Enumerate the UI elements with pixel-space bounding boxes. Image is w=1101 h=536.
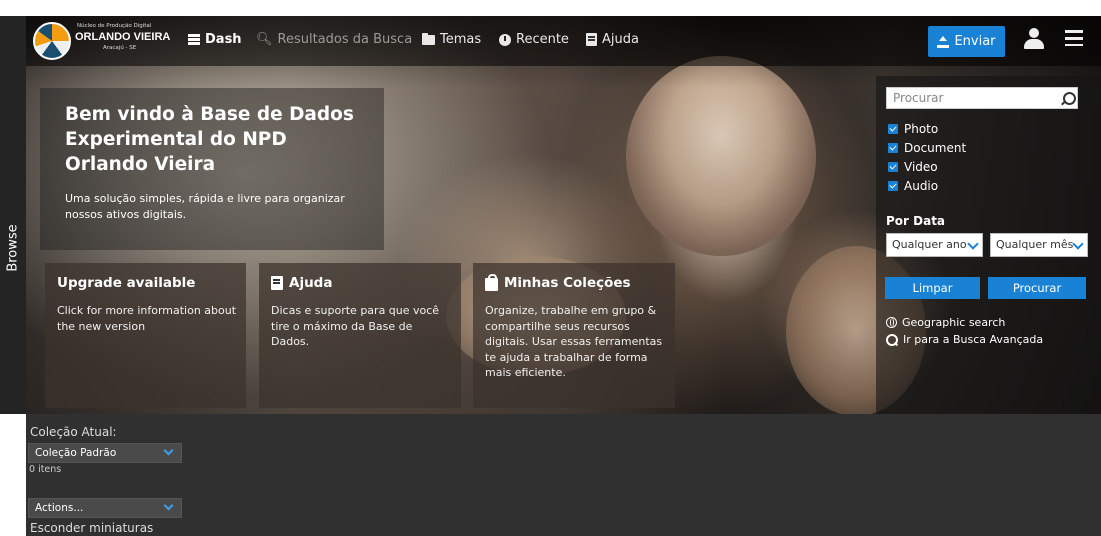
hide-thumbnails-link[interactable]: Esconder miniaturas bbox=[30, 521, 153, 535]
date-filter-heading: Por Data bbox=[886, 214, 946, 228]
checkbox-checked-icon bbox=[888, 162, 898, 172]
grid-icon bbox=[188, 34, 200, 45]
help-box[interactable]: Ajuda Dicas e suporte para que você tire… bbox=[259, 263, 461, 408]
logo-city: Aracajú - SE bbox=[103, 45, 137, 51]
collection-bar: Coleção Atual: Coleção Padrão 0 itens Ac… bbox=[26, 414, 1101, 536]
nav-dash[interactable]: Dash bbox=[188, 32, 242, 47]
filter-audio-label: Audio bbox=[904, 179, 939, 193]
hamburger-menu-icon[interactable] bbox=[1065, 30, 1083, 46]
search-icon: 🔍︎ bbox=[256, 32, 273, 47]
collection-item-count: 0 itens bbox=[29, 464, 62, 475]
collections-box-body: Organize, trabalhe em grupo & compartilh… bbox=[485, 304, 663, 379]
search-panel: Photo Document Video Audio Por Data Qual… bbox=[876, 76, 1101, 414]
shopping-bag-icon bbox=[485, 273, 498, 291]
upload-button[interactable]: Enviar bbox=[928, 26, 1005, 57]
welcome-panel: Bem vindo à Base de Dados Experimental d… bbox=[40, 88, 384, 250]
collection-select[interactable]: Coleção Padrão bbox=[28, 443, 182, 463]
nav-recente-label: Recente bbox=[516, 32, 569, 47]
user-icon-body bbox=[1024, 39, 1044, 49]
welcome-title: Bem vindo à Base de Dados Experimental d… bbox=[65, 104, 354, 175]
search-button[interactable]: Procurar bbox=[988, 277, 1086, 299]
filter-video-label: Video bbox=[904, 160, 938, 174]
nav-temas[interactable]: Temas bbox=[422, 32, 481, 47]
site-logo[interactable]: Núcleo de Produção Digital ORLANDO VIEIR… bbox=[33, 20, 173, 62]
nav-ajuda-label: Ajuda bbox=[602, 32, 639, 47]
logo-small-text: Núcleo de Produção Digital bbox=[77, 23, 152, 29]
year-select-value: Qualquer ano bbox=[892, 238, 967, 251]
checkbox-checked-icon bbox=[888, 124, 898, 134]
filter-photo[interactable]: Photo bbox=[888, 122, 938, 136]
help-box-title: Ajuda bbox=[289, 275, 333, 291]
clear-button[interactable]: Limpar bbox=[885, 277, 980, 299]
month-select[interactable]: Qualquer mês bbox=[990, 233, 1088, 257]
filter-document-label: Document bbox=[904, 141, 967, 155]
logo-name: ORLANDO VIEIRA bbox=[75, 31, 171, 43]
nav-search-results[interactable]: 🔍︎ Resultados da Busca bbox=[256, 32, 412, 47]
checkbox-checked-icon bbox=[888, 143, 898, 153]
book-icon bbox=[586, 33, 597, 46]
zoom-in-icon bbox=[886, 333, 898, 346]
chevron-down-icon bbox=[163, 500, 174, 511]
collections-box-title: Minhas Coleções bbox=[504, 275, 631, 291]
current-collection-label: Coleção Atual: bbox=[30, 425, 117, 439]
chevron-down-icon bbox=[163, 445, 174, 456]
filter-video[interactable]: Video bbox=[888, 160, 938, 174]
top-navbar: Núcleo de Produção Digital ORLANDO VIEIR… bbox=[26, 16, 1101, 66]
browse-tab[interactable]: Browse bbox=[0, 16, 26, 414]
advanced-search-link[interactable]: Ir para a Busca Avançada bbox=[886, 333, 1043, 346]
book-icon bbox=[271, 276, 283, 290]
upgrade-box-title: Upgrade available bbox=[57, 275, 196, 291]
welcome-subtitle: Uma solução simples, rápida e livre para… bbox=[65, 192, 345, 221]
nav-recente[interactable]: Recente bbox=[499, 32, 569, 47]
search-input[interactable] bbox=[886, 87, 1078, 109]
advanced-search-label: Ir para a Busca Avançada bbox=[903, 333, 1044, 346]
filter-photo-label: Photo bbox=[904, 122, 939, 136]
month-select-value: Qualquer mês bbox=[996, 238, 1074, 251]
actions-select[interactable]: Actions... bbox=[28, 498, 182, 518]
folder-icon bbox=[422, 32, 435, 45]
upload-icon bbox=[937, 35, 950, 48]
collection-select-value: Coleção Padrão bbox=[35, 447, 117, 459]
browse-tab-label: Browse bbox=[5, 224, 21, 272]
nav-ajuda[interactable]: Ajuda bbox=[586, 32, 639, 47]
upload-button-label: Enviar bbox=[954, 34, 996, 49]
checkbox-checked-icon bbox=[888, 181, 898, 191]
geographic-search-label: Geographic search bbox=[902, 316, 1006, 329]
geographic-search-link[interactable]: Geographic search bbox=[886, 316, 1005, 329]
filter-audio[interactable]: Audio bbox=[888, 179, 938, 193]
user-icon[interactable] bbox=[1024, 28, 1044, 50]
upgrade-box[interactable]: Upgrade available Click for more informa… bbox=[45, 263, 246, 408]
user-icon-head bbox=[1029, 28, 1039, 38]
search-icon[interactable] bbox=[1063, 92, 1076, 105]
nav-results-label: Resultados da Busca bbox=[277, 32, 413, 47]
nav-dash-label: Dash bbox=[205, 32, 242, 47]
upgrade-box-body: Click for more information about the new… bbox=[57, 304, 237, 333]
logo-icon bbox=[33, 22, 71, 60]
chevron-down-icon bbox=[967, 238, 979, 250]
filter-document[interactable]: Document bbox=[888, 141, 966, 155]
help-box-body: Dicas e suporte para que você tire o máx… bbox=[271, 304, 440, 348]
nav-temas-label: Temas bbox=[440, 32, 482, 47]
globe-icon bbox=[886, 317, 897, 328]
chevron-down-icon bbox=[1072, 238, 1084, 250]
actions-select-value: Actions... bbox=[35, 502, 84, 514]
collections-box[interactable]: Minhas Coleções Organize, trabalhe em gr… bbox=[473, 263, 675, 408]
year-select[interactable]: Qualquer ano bbox=[886, 233, 983, 257]
clock-icon bbox=[499, 33, 511, 46]
